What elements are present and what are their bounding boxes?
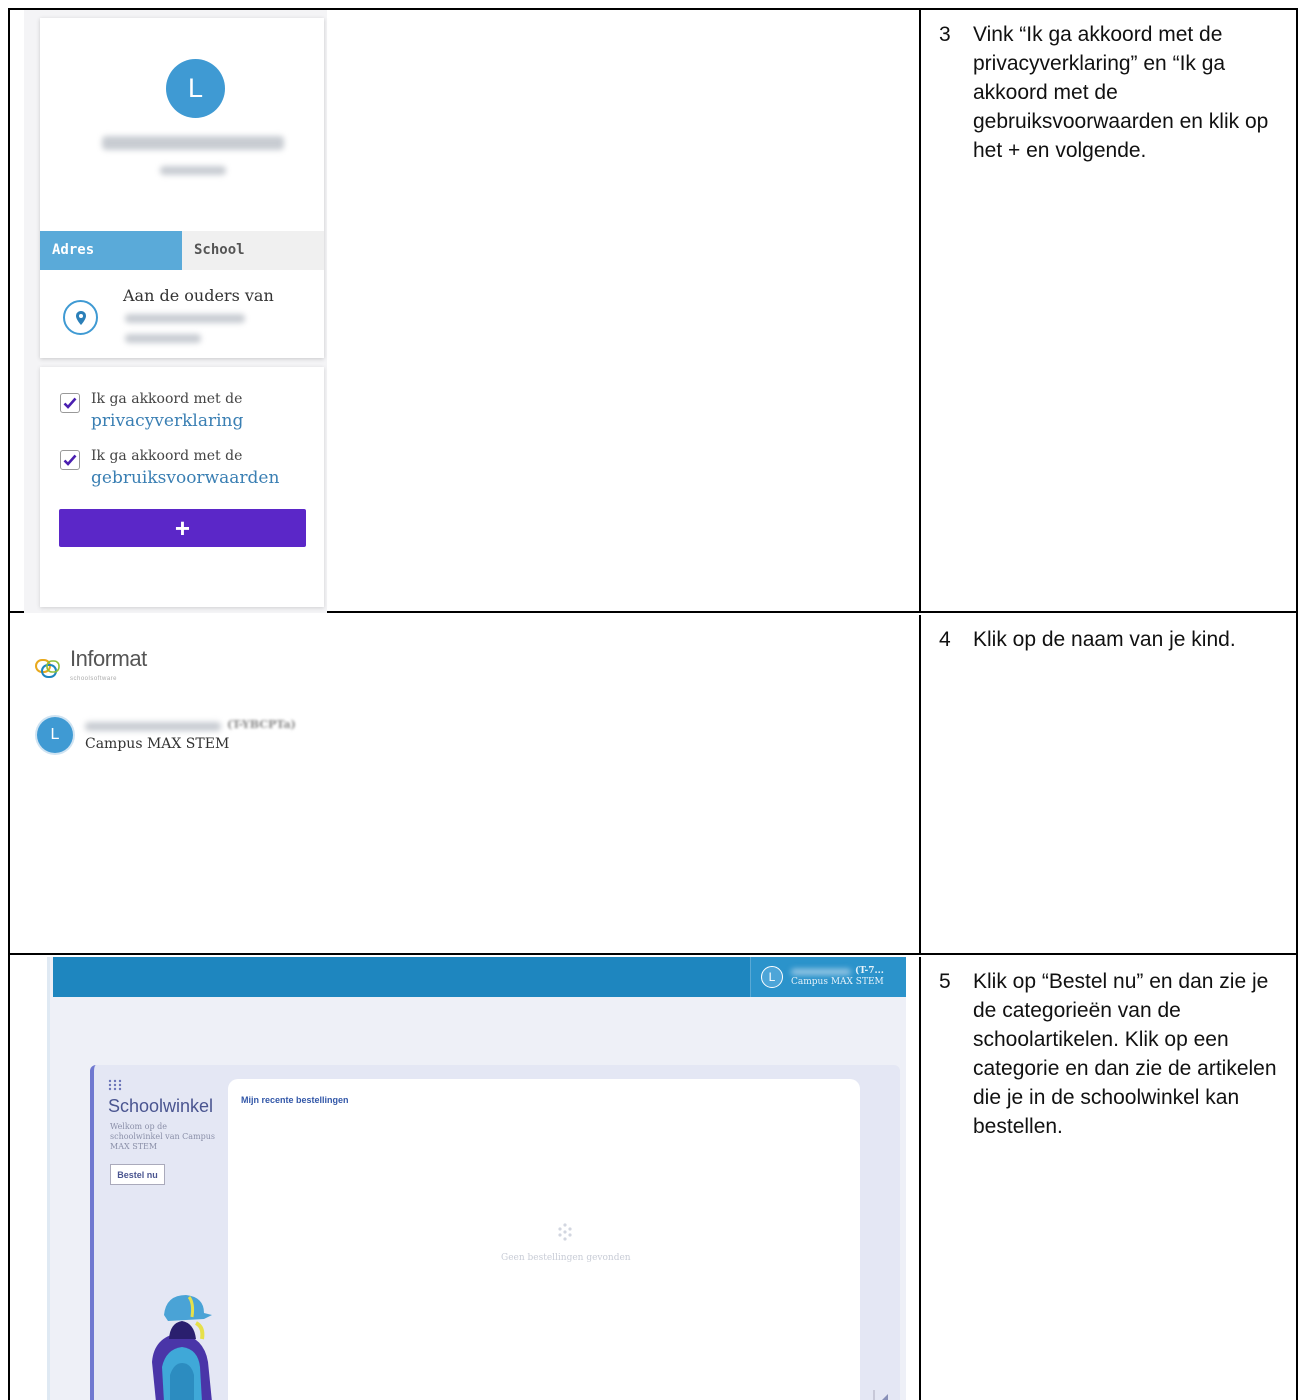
step-number: 3 bbox=[939, 23, 951, 46]
step-number: 5 bbox=[939, 970, 951, 993]
informat-logo-icon bbox=[35, 659, 60, 678]
location-pin-icon bbox=[63, 300, 98, 335]
terms-consent-prefix: Ik ga akkoord met de bbox=[91, 448, 243, 464]
student-illustration bbox=[152, 1295, 212, 1400]
step-instruction: 4 Klik op de naam van je kind. bbox=[921, 615, 1296, 654]
user-info: (T-7... Campus MAX STEM bbox=[791, 966, 884, 988]
top-bar: L (T-7... Campus MAX STEM bbox=[53, 957, 906, 997]
blurred-user-name bbox=[791, 968, 851, 975]
profile-tabs: Adres School bbox=[40, 231, 324, 270]
corner-triangle-icon bbox=[873, 1390, 888, 1400]
schoolwinkel-title: Schoolwinkel bbox=[108, 1096, 214, 1116]
tab-school[interactable]: School bbox=[182, 231, 324, 270]
logo-name: Informat bbox=[70, 646, 147, 671]
informat-logo: Informat schoolsoftware bbox=[34, 646, 147, 689]
user-school: Campus MAX STEM bbox=[791, 977, 884, 987]
welcome-text: Welkom op de schoolwinkel van Campus MAX… bbox=[110, 1122, 216, 1151]
checkmark-icon bbox=[63, 397, 77, 409]
terms-checkbox[interactable] bbox=[60, 450, 80, 470]
privacy-checkbox[interactable] bbox=[60, 393, 80, 413]
step-text: Klik op de naam van je kind. bbox=[973, 628, 1236, 651]
column-divider bbox=[919, 615, 921, 953]
terms-consent-text: Ik ga akkoord met de gebruiksvoorwaarden bbox=[91, 446, 279, 490]
user-code: (T-7... bbox=[855, 966, 884, 976]
logo-wordmark: Informat schoolsoftware bbox=[70, 646, 147, 689]
address-label: Aan de ouders van bbox=[123, 286, 274, 305]
user-chip[interactable]: L (T-7... Campus MAX STEM bbox=[750, 957, 906, 997]
terms-link[interactable]: gebruiksvoorwaarden bbox=[91, 466, 279, 490]
profile-card: L Adres School Aan de ouders van bbox=[40, 18, 324, 358]
apps-grid-icon[interactable] bbox=[108, 1079, 122, 1091]
child-list-item[interactable]: L (T-YBCPTa) Campus MAX STEM bbox=[37, 717, 305, 753]
order-now-button[interactable]: Bestel nu bbox=[110, 1164, 165, 1185]
schoolwinkel-screenshot: L (T-7... Campus MAX STEM Schoolwinkel W… bbox=[24, 957, 906, 1400]
step-text: Vink “Ik ga akkoord met de privacyverkla… bbox=[973, 23, 1269, 162]
tab-adres[interactable]: Adres bbox=[40, 231, 182, 270]
blurred-child-name bbox=[102, 136, 284, 150]
step-number: 4 bbox=[939, 628, 951, 651]
instruction-table: L Adres School Aan de ouders van Ik ga a… bbox=[8, 8, 1298, 1400]
add-button[interactable]: + bbox=[59, 509, 306, 547]
blurred-child-code bbox=[160, 166, 226, 175]
table-row-step-3: L Adres School Aan de ouders van Ik ga a… bbox=[10, 10, 1296, 613]
table-row-step-5: L (T-7... Campus MAX STEM Schoolwinkel W… bbox=[10, 957, 1296, 1400]
recent-orders-card: Mijn recente bestellingen Geen bestellin… bbox=[228, 1079, 860, 1400]
child-avatar[interactable]: L bbox=[37, 717, 73, 753]
empty-box-icon bbox=[558, 1223, 572, 1241]
privacy-link[interactable]: privacyverklaring bbox=[91, 409, 243, 433]
child-info: (T-YBCPTa) Campus MAX STEM bbox=[85, 718, 305, 752]
schoolwinkel-panel: Schoolwinkel Welkom op de schoolwinkel v… bbox=[90, 1065, 900, 1400]
recent-orders-title: Mijn recente bestellingen bbox=[241, 1095, 349, 1105]
profile-screenshot: L Adres School Aan de ouders van Ik ga a… bbox=[24, 10, 327, 613]
blurred-child-name bbox=[85, 722, 221, 731]
child-school: Campus MAX STEM bbox=[85, 736, 230, 752]
user-avatar[interactable]: L bbox=[761, 966, 783, 988]
privacy-consent-prefix: Ik ga akkoord met de bbox=[91, 391, 243, 407]
step-instruction: 3 Vink “Ik ga akkoord met de privacyverk… bbox=[921, 10, 1296, 165]
step-instruction: 5 Klik op “Bestel nu” en dan zie je de c… bbox=[921, 957, 1296, 1141]
blurred-city bbox=[125, 334, 201, 343]
logo-subtitle: schoolsoftware bbox=[70, 676, 118, 682]
checkmark-icon bbox=[63, 454, 77, 466]
step-text: Klik op “Bestel nu” en dan zie je de cat… bbox=[973, 970, 1277, 1138]
privacy-consent-text: Ik ga akkoord met de privacyverklaring bbox=[91, 389, 243, 433]
left-margin bbox=[24, 957, 50, 1400]
consent-card: Ik ga akkoord met de privacyverklaring I… bbox=[40, 367, 324, 607]
empty-orders-message: Geen bestellingen gevonden bbox=[501, 1253, 631, 1263]
avatar[interactable]: L bbox=[166, 59, 225, 118]
user-name-line: (T-7... bbox=[791, 966, 884, 977]
blurred-street bbox=[125, 314, 245, 323]
table-row-step-4: Informat schoolsoftware L (T-YBCPTa) Cam… bbox=[10, 615, 1296, 955]
child-code: (T-YBCPTa) bbox=[227, 718, 296, 731]
child-name-line[interactable]: (T-YBCPTa) bbox=[85, 718, 305, 736]
